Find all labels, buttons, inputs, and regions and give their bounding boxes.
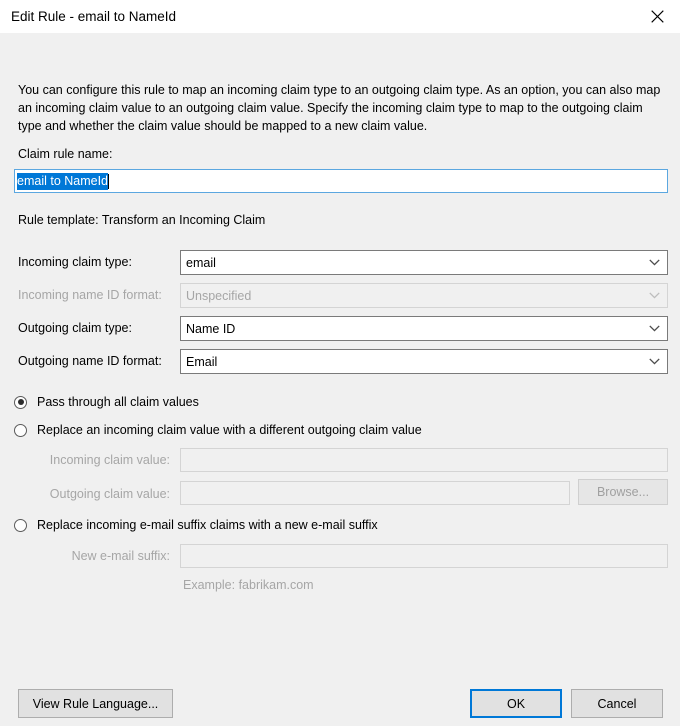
title-bar: Edit Rule - email to NameId <box>0 0 680 33</box>
incoming-claim-type-value: email <box>181 256 216 270</box>
new-email-suffix-input <box>180 544 668 568</box>
radio-replace-claim-value[interactable]: Replace an incoming claim value with a d… <box>14 423 422 437</box>
outgoing-claim-value-label: Outgoing claim value: <box>0 487 170 501</box>
claim-rule-name-input[interactable]: email to NameId <box>14 169 668 193</box>
outgoing-claim-type-value: Name ID <box>181 322 235 336</box>
claim-rule-name-label: Claim rule name: <box>18 147 112 161</box>
text-caret <box>108 174 109 189</box>
browse-button: Browse... <box>578 479 668 505</box>
incoming-claim-type-combo[interactable]: email <box>180 250 668 275</box>
rule-template-text: Rule template: Transform an Incoming Cla… <box>18 213 265 227</box>
dialog-body: You can configure this rule to map an in… <box>0 33 680 726</box>
outgoing-claim-type-combo[interactable]: Name ID <box>180 316 668 341</box>
incoming-name-id-format-value: Unspecified <box>181 289 251 303</box>
radio-replace-claim-value-label: Replace an incoming claim value with a d… <box>37 423 422 437</box>
outgoing-name-id-format-label: Outgoing name ID format: <box>18 354 162 368</box>
claim-rule-name-value: email to NameId <box>17 173 108 190</box>
view-rule-language-button[interactable]: View Rule Language... <box>18 689 173 718</box>
outgoing-claim-value-input <box>180 481 570 505</box>
radio-pass-through-label: Pass through all claim values <box>37 395 199 409</box>
chevron-down-icon <box>641 292 667 299</box>
radio-pass-through[interactable]: Pass through all claim values <box>14 395 199 409</box>
chevron-down-icon <box>641 325 667 332</box>
window-title: Edit Rule - email to NameId <box>0 9 176 24</box>
chevron-down-icon <box>641 259 667 266</box>
cancel-button[interactable]: Cancel <box>571 689 663 718</box>
close-icon <box>651 10 664 23</box>
ok-button[interactable]: OK <box>470 689 562 718</box>
outgoing-name-id-format-value: Email <box>181 355 217 369</box>
radio-replace-email-suffix-label: Replace incoming e-mail suffix claims wi… <box>37 518 378 532</box>
incoming-name-id-format-label: Incoming name ID format: <box>18 288 162 302</box>
incoming-claim-value-input <box>180 448 668 472</box>
outgoing-claim-type-label: Outgoing claim type: <box>18 321 132 335</box>
incoming-name-id-format-combo: Unspecified <box>180 283 668 308</box>
radio-indicator <box>14 424 27 437</box>
chevron-down-icon <box>641 358 667 365</box>
close-button[interactable] <box>635 0 680 33</box>
radio-indicator <box>14 519 27 532</box>
outgoing-name-id-format-combo[interactable]: Email <box>180 349 668 374</box>
incoming-claim-value-label: Incoming claim value: <box>0 453 170 467</box>
radio-replace-email-suffix[interactable]: Replace incoming e-mail suffix claims wi… <box>14 518 378 532</box>
email-suffix-example-text: Example: fabrikam.com <box>183 578 314 592</box>
description-text: You can configure this rule to map an in… <box>18 81 663 136</box>
new-email-suffix-label: New e-mail suffix: <box>0 549 170 563</box>
incoming-claim-type-label: Incoming claim type: <box>18 255 132 269</box>
radio-indicator <box>14 396 27 409</box>
